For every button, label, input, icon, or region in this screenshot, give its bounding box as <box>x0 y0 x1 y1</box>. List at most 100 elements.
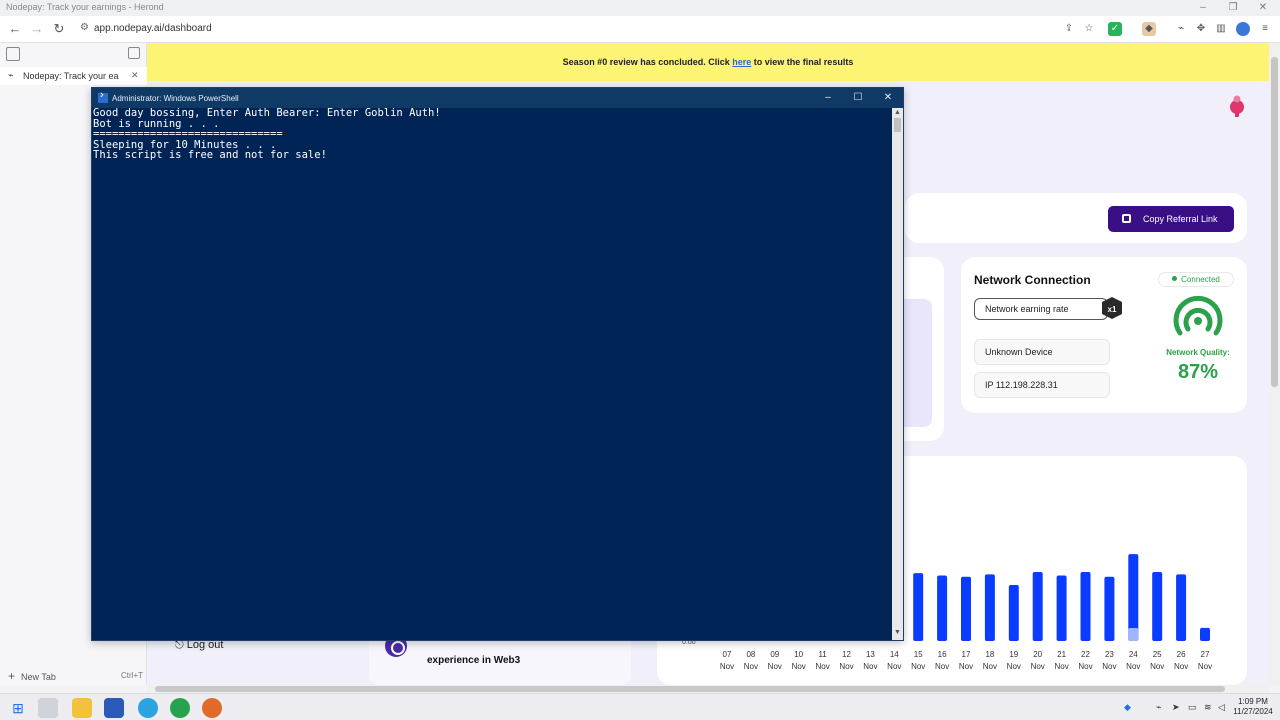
tray-wifi-icon[interactable]: ≋ <box>1204 702 1212 713</box>
maximize-icon[interactable]: ❐ <box>1218 0 1248 16</box>
chart-x-tick-label: 22 <box>1081 650 1090 659</box>
chart-bar[interactable] <box>1152 571 1163 641</box>
taskbar-clock[interactable]: 1:09 PM 11/27/2024 <box>1230 697 1276 717</box>
chart-x-tick-label: Nov <box>744 662 758 671</box>
tray-telegram-icon[interactable]: ➤ <box>1172 702 1180 713</box>
scroll-up-icon[interactable]: ▲ <box>894 109 901 116</box>
chart-x-tick-label: 17 <box>962 650 971 659</box>
chart-bar[interactable] <box>1176 574 1187 641</box>
chart-bar[interactable] <box>1080 571 1091 641</box>
multiplier-badge: x1 <box>1102 297 1122 319</box>
plus-icon: + <box>8 669 16 683</box>
tray-display-icon[interactable]: ▭ <box>1188 702 1197 713</box>
calculator-app-icon[interactable] <box>38 698 58 718</box>
powershell-title: Administrator: Windows PowerShell <box>112 94 239 103</box>
chart-bar[interactable] <box>961 576 971 641</box>
tray-network-icon[interactable]: ⌁ <box>1156 702 1161 713</box>
banner-suffix: to view the final results <box>753 57 854 67</box>
page-vertical-scrollbar[interactable] <box>1269 43 1280 685</box>
forward-icon[interactable]: → <box>28 20 46 38</box>
tab-overview-icon[interactable] <box>128 47 140 59</box>
tab-nodepay[interactable]: ⌁ Nodepay: Track your earnings ✕ <box>0 67 147 85</box>
powershell-icon <box>98 89 108 103</box>
chart-x-tick-label: Nov <box>1007 662 1021 671</box>
chart-x-tick-label: Nov <box>1031 662 1045 671</box>
site-info-icon[interactable]: ⚙ <box>80 22 89 33</box>
chart-x-tick-label: Nov <box>815 662 829 671</box>
bookmark-star-icon[interactable]: ☆ <box>1082 22 1096 36</box>
file-explorer-app-icon[interactable] <box>72 698 92 718</box>
chart-x-tick-label: 18 <box>985 650 994 659</box>
share-icon[interactable]: ⇪ <box>1062 22 1076 36</box>
banner-text: Season #0 review has concluded. Click <box>562 57 730 67</box>
ps-minimize-icon[interactable]: – <box>818 91 838 105</box>
chart-x-tick-label: Nov <box>792 662 806 671</box>
copy-icon <box>1122 214 1131 223</box>
console-line: This script is free and not for sale! <box>93 149 327 162</box>
chart-x-tick-label: 26 <box>1177 650 1186 659</box>
powershell-scrollbar[interactable]: ▲ ▼ <box>892 108 903 640</box>
page-vertical-scroll-thumb[interactable] <box>1271 57 1278 387</box>
chart-x-tick-label: Nov <box>1054 662 1068 671</box>
sidebar-toggle-icon[interactable] <box>6 47 20 61</box>
network-signal-icon <box>1173 295 1223 336</box>
scroll-down-icon[interactable]: ▼ <box>894 629 901 636</box>
menu-icon[interactable]: ≡ <box>1258 22 1272 36</box>
copy-referral-link-button[interactable]: Copy Referral Link <box>1108 206 1234 232</box>
page-horizontal-scroll-thumb[interactable] <box>155 686 1225 692</box>
console-line: Good day bossing, Enter Auth Bearer: Ent… <box>93 108 441 119</box>
nodepay-logo-icon <box>1230 95 1244 117</box>
tray-volume-icon[interactable]: ◁ <box>1218 702 1225 713</box>
reload-icon[interactable]: ↻ <box>50 20 68 38</box>
new-tab-button[interactable]: + New Tab <box>8 669 56 683</box>
chart-bar[interactable] <box>1200 627 1210 641</box>
chart-x-tick-label: Nov <box>839 662 853 671</box>
chart-x-tick-label: Nov <box>1126 662 1140 671</box>
powershell-title-bar[interactable]: Administrator: Windows PowerShell – ☐ ✕ <box>92 88 903 108</box>
tab-label: Nodepay: Track your earnings <box>23 71 119 81</box>
chart-x-tick-label: 21 <box>1057 650 1066 659</box>
tab-close-icon[interactable]: ✕ <box>131 70 139 81</box>
side-panel-icon[interactable]: ▥ <box>1214 22 1228 36</box>
profile-avatar-icon[interactable] <box>1236 22 1250 36</box>
chrome-app-icon[interactable] <box>170 698 190 718</box>
network-quality-label: Network Quality: <box>1166 348 1230 357</box>
ps-maximize-icon[interactable]: ☐ <box>848 91 868 105</box>
powershell-window[interactable]: Administrator: Windows PowerShell – ☐ ✕ … <box>91 87 904 641</box>
chart-bar[interactable] <box>1008 585 1019 641</box>
browser-app-icon[interactable] <box>202 698 222 718</box>
chart-bar[interactable] <box>1128 554 1139 641</box>
powershell-app-icon[interactable] <box>104 698 124 718</box>
powershell-scroll-thumb[interactable] <box>894 118 901 132</box>
chart-bar[interactable] <box>1032 571 1043 641</box>
chart-bar[interactable] <box>984 574 995 641</box>
banner-here-link[interactable]: here <box>732 57 751 67</box>
shield-extension-icon[interactable]: ✓ <box>1108 22 1122 36</box>
chart-x-tick-label: Nov <box>911 662 925 671</box>
chart-bar[interactable] <box>913 573 924 641</box>
ip-address-field: IP 112.198.228.31 <box>974 372 1110 398</box>
chart-x-tick-label: Nov <box>887 662 901 671</box>
chart-bar[interactable] <box>1056 575 1067 641</box>
ps-close-icon[interactable]: ✕ <box>878 91 898 105</box>
nodepay-extension-icon[interactable]: ⌁ <box>1174 22 1188 36</box>
close-icon[interactable]: ✕ <box>1248 0 1278 16</box>
tray-app-icon[interactable]: ◆ <box>1124 702 1131 713</box>
clock-time: 1:09 PM <box>1238 697 1268 706</box>
extensions-icon[interactable]: ✥ <box>1194 22 1208 36</box>
chart-x-tick-label: 24 <box>1129 650 1138 659</box>
address-bar[interactable]: ⚙ app.nodepay.ai/dashboard <box>74 19 1074 39</box>
back-icon[interactable]: ← <box>6 20 24 38</box>
chart-bar[interactable] <box>1104 576 1115 641</box>
page-horizontal-scrollbar[interactable] <box>147 685 1269 693</box>
minimize-icon[interactable]: – <box>1188 0 1218 16</box>
telegram-app-icon[interactable] <box>138 698 158 718</box>
chart-x-tick-label: 27 <box>1201 650 1210 659</box>
chart-bar[interactable] <box>937 575 948 641</box>
chart-x-tick-label: Nov <box>1174 662 1188 671</box>
chart-x-tick-label: Nov <box>1150 662 1164 671</box>
powershell-console[interactable]: Good day bossing, Enter Auth Bearer: Ent… <box>92 108 892 640</box>
start-icon[interactable]: ⊞ <box>8 698 28 718</box>
network-earning-rate-field[interactable]: Network earning rate <box>974 298 1108 320</box>
wallet-extension-icon[interactable]: ◆ <box>1142 22 1156 36</box>
